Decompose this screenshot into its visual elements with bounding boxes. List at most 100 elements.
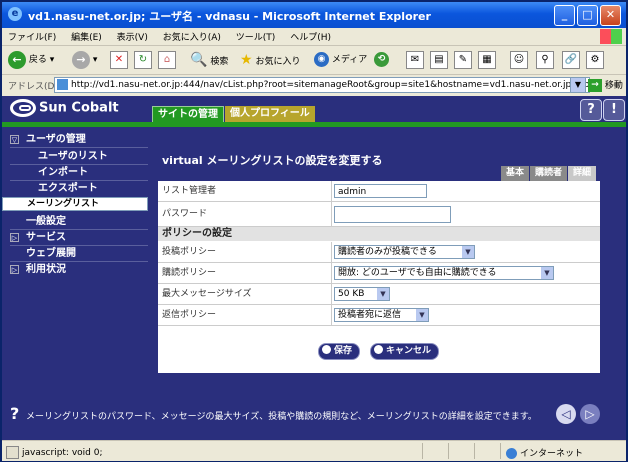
reply-policy-select[interactable]: 投稿者宛に返信 ▼ xyxy=(334,308,429,322)
panel-title: virtual メーリングリストの設定を変更する xyxy=(162,154,383,167)
sidebar-item-import[interactable]: インポート xyxy=(2,165,148,180)
maximize-button[interactable]: □ xyxy=(577,5,598,26)
forward-arrow-icon: → xyxy=(72,50,90,69)
cancel-button[interactable]: キャンセル xyxy=(370,343,440,360)
sidebar-item-mailing-list[interactable]: メーリングリスト xyxy=(2,197,148,211)
extra-button[interactable]: ⚙ xyxy=(586,49,604,71)
menu-edit[interactable]: 編集(E) xyxy=(65,28,108,43)
back-button[interactable]: ← 戻る ▾ xyxy=(8,49,54,71)
reply-policy-label: 返信ポリシー xyxy=(158,305,332,325)
history-icon: ⟲ xyxy=(374,52,389,67)
media-label: メディア xyxy=(331,55,368,65)
favorites-button[interactable]: ★ お気に入り xyxy=(240,49,300,71)
cobalt-banner: Sun Cobalt サイトの管理 個人プロフィール ? ! xyxy=(2,96,626,124)
messenger-icon: ☺ xyxy=(510,50,528,69)
window-title: vd1.nasu-net.or.jp; ユーザ名 - vdnasu - Micr… xyxy=(28,10,431,23)
tab-basic[interactable]: 基本 xyxy=(500,166,529,181)
status-divider xyxy=(448,443,449,459)
address-input[interactable]: http://vd1.nasu-net.or.jp:444/nav/cList.… xyxy=(54,77,590,93)
favorites-label: お気に入り xyxy=(255,57,301,67)
mail-button[interactable]: ✉ xyxy=(406,49,424,71)
post-policy-value: 購読者のみが投稿できる xyxy=(338,247,437,257)
stop-icon: ✕ xyxy=(110,50,128,69)
edit-button[interactable]: ✎ xyxy=(454,49,472,71)
search-icon: 🔍 xyxy=(190,52,208,68)
info-button[interactable]: ! xyxy=(603,99,625,121)
stop-button[interactable]: ✕ xyxy=(110,49,128,71)
password-label: パスワード xyxy=(158,202,332,226)
panel-tabs: 基本 購読者 詳細 xyxy=(500,166,596,181)
media-button[interactable]: ◉ メディア xyxy=(314,49,367,71)
subscribe-policy-select[interactable]: 開放: どのユーザでも自由に購読できる ▼ xyxy=(334,266,554,280)
forward-button[interactable]: → ▾ xyxy=(72,49,97,71)
close-button[interactable]: ✕ xyxy=(600,5,621,26)
menu-favorites[interactable]: お気に入り(A) xyxy=(157,28,227,43)
collapsed-triangle-icon: ▷ xyxy=(10,233,19,242)
max-message-size-select[interactable]: 50 KB ▼ xyxy=(334,287,390,301)
help-prev-icon[interactable]: ◁ xyxy=(556,404,576,424)
help-bar: ? メーリングリストのパスワード、メッセージの最大サイズ、投稿や購読の規則など、… xyxy=(2,398,626,440)
link-icon: 🔗 xyxy=(562,50,580,69)
history-button[interactable]: ⟲ xyxy=(374,49,389,71)
chevron-down-icon: ▼ xyxy=(462,246,474,258)
row-list-manager: リスト管理者 admin xyxy=(158,181,600,202)
address-dropdown-icon[interactable]: ▼ xyxy=(570,77,586,93)
list-manager-input[interactable]: admin xyxy=(334,184,427,198)
menu-bar: ファイル(F) 編集(E) 表示(V) お気に入り(A) ツール(T) ヘルプ(… xyxy=(2,28,626,46)
status-bar: javascript: void 0; インターネット xyxy=(2,440,626,461)
refresh-button[interactable]: ↻ xyxy=(134,49,152,71)
tab-advanced[interactable]: 詳細 xyxy=(567,166,596,181)
row-max-message-size: 最大メッセージサイズ 50 KB ▼ xyxy=(158,284,600,305)
sidebar-item-user-list[interactable]: ユーザのリスト xyxy=(2,149,148,164)
menu-help[interactable]: ヘルプ(H) xyxy=(284,28,337,43)
max-message-size-value: 50 KB xyxy=(338,289,365,299)
title-bar: e vd1.nasu-net.or.jp; ユーザ名 - vdnasu - Mi… xyxy=(2,2,626,28)
tab-subscribers[interactable]: 購読者 xyxy=(529,166,567,181)
main-tabs: サイトの管理 個人プロフィール xyxy=(152,106,316,124)
search-button[interactable]: 🔍 検索 xyxy=(190,49,228,71)
status-divider xyxy=(422,443,423,459)
post-policy-select[interactable]: 購読者のみが投稿できる ▼ xyxy=(334,245,475,259)
sidebar-item-user-management[interactable]: ▽ ユーザの管理 xyxy=(2,132,148,147)
print-button[interactable]: ▤ xyxy=(430,49,448,71)
cancel-label: キャンセル xyxy=(386,346,432,356)
password-input[interactable] xyxy=(334,206,451,223)
policy-section-header: ポリシーの設定 xyxy=(158,227,600,241)
help-next-icon[interactable]: ▷ xyxy=(580,404,600,424)
search-label: 検索 xyxy=(210,57,229,67)
sidebar-item-web-deploy[interactable]: ウェブ展開 xyxy=(2,246,148,261)
sidebar-item-export[interactable]: エクスポート xyxy=(2,181,148,196)
home-button[interactable]: ⌂ xyxy=(158,49,176,71)
save-button[interactable]: 保存 xyxy=(318,343,361,360)
menu-tools[interactable]: ツール(T) xyxy=(230,28,282,43)
discuss-button[interactable]: ▦ xyxy=(478,49,496,71)
go-label: 移動 xyxy=(604,81,623,91)
print-icon: ▤ xyxy=(430,50,448,69)
address-bar: アドレス(D) http://vd1.nasu-net.or.jp:444/na… xyxy=(2,75,626,95)
sidebar-divider xyxy=(10,147,148,148)
messenger-button[interactable]: ☺ xyxy=(510,49,528,71)
sidebar-item-services[interactable]: ▷ サービス xyxy=(2,230,148,245)
sidebar: ▽ ユーザの管理 ユーザのリスト インポート エクスポート メーリングリスト 一… xyxy=(2,127,148,398)
globe-icon xyxy=(506,448,517,459)
menu-file[interactable]: ファイル(F) xyxy=(2,28,62,43)
media-icon: ◉ xyxy=(314,52,329,67)
reply-policy-value: 投稿者宛に返信 xyxy=(338,310,402,320)
sidebar-item-general-settings[interactable]: 一般設定 xyxy=(2,214,148,229)
minimize-button[interactable]: _ xyxy=(554,5,575,26)
help-button[interactable]: ? xyxy=(580,99,602,121)
research-button[interactable]: ⚲ xyxy=(536,49,554,71)
status-zone: インターネット xyxy=(506,446,583,459)
status-divider xyxy=(500,443,501,459)
link-button[interactable]: 🔗 xyxy=(562,49,580,71)
tab-personal-profile[interactable]: 個人プロフィール xyxy=(225,106,315,122)
menu-view[interactable]: 表示(V) xyxy=(111,28,154,43)
chevron-down-icon: ▼ xyxy=(541,267,553,279)
ie-logo-icon: e xyxy=(8,7,22,21)
go-button[interactable]: → 移動 xyxy=(588,78,623,92)
row-reply-policy: 返信ポリシー 投稿者宛に返信 ▼ xyxy=(158,305,600,326)
subscribe-policy-label: 購読ポリシー xyxy=(158,263,332,283)
star-icon: ★ xyxy=(240,52,253,68)
sidebar-item-usage[interactable]: ▷ 利用状況 xyxy=(2,262,148,277)
sidebar-item-label: サービス xyxy=(26,232,66,243)
